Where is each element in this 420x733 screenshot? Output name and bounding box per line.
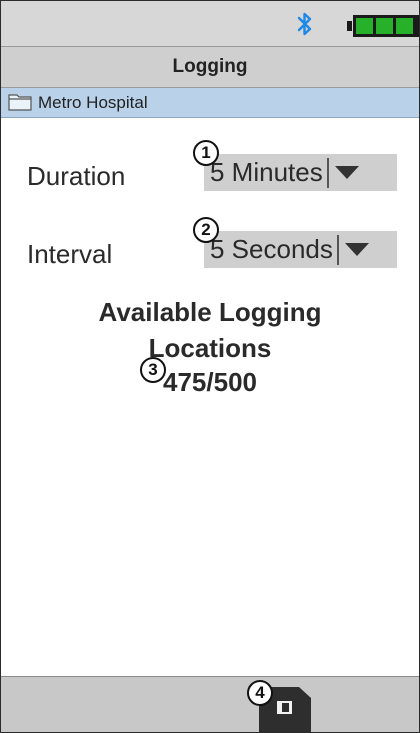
battery-bar: [356, 18, 373, 34]
status-bar: [1, 1, 419, 47]
callout-marker-1: 1: [193, 140, 219, 166]
dropdown-divider: [326, 157, 329, 188]
page-title-bar: Logging: [1, 47, 419, 88]
page-title: Logging: [172, 56, 248, 77]
folder-icon: [8, 94, 32, 111]
interval-value: 5 Seconds: [210, 234, 333, 264]
chevron-down-icon: [344, 243, 369, 256]
bottom-toolbar: 4: [1, 676, 419, 732]
interval-label: Interval: [27, 239, 113, 269]
battery-bar: [376, 18, 393, 34]
battery-bar: [396, 18, 413, 34]
bluetooth-icon: [297, 12, 312, 36]
duration-label: Duration: [27, 161, 126, 191]
available-locations-count: 475/500: [163, 367, 257, 397]
interval-dropdown[interactable]: 5 Seconds: [204, 231, 397, 268]
available-locations-heading: Locations: [148, 333, 272, 363]
callout-marker-4: 4: [247, 680, 273, 706]
dropdown-divider: [336, 234, 339, 265]
duration-value: 5 Minutes: [210, 157, 323, 187]
battery-icon: [347, 15, 419, 37]
location-bar[interactable]: Metro Hospital: [1, 88, 419, 118]
callout-marker-3: 3: [140, 357, 166, 383]
duration-dropdown[interactable]: 5 Minutes: [204, 154, 397, 191]
chevron-down-icon: [334, 166, 359, 179]
callout-marker-2: 2: [193, 217, 219, 243]
location-name: Metro Hospital: [38, 92, 148, 112]
device-screen: Logging Metro Hospital Duration 5 Minute…: [0, 0, 420, 733]
available-logging-heading: Available Logging: [98, 297, 322, 327]
